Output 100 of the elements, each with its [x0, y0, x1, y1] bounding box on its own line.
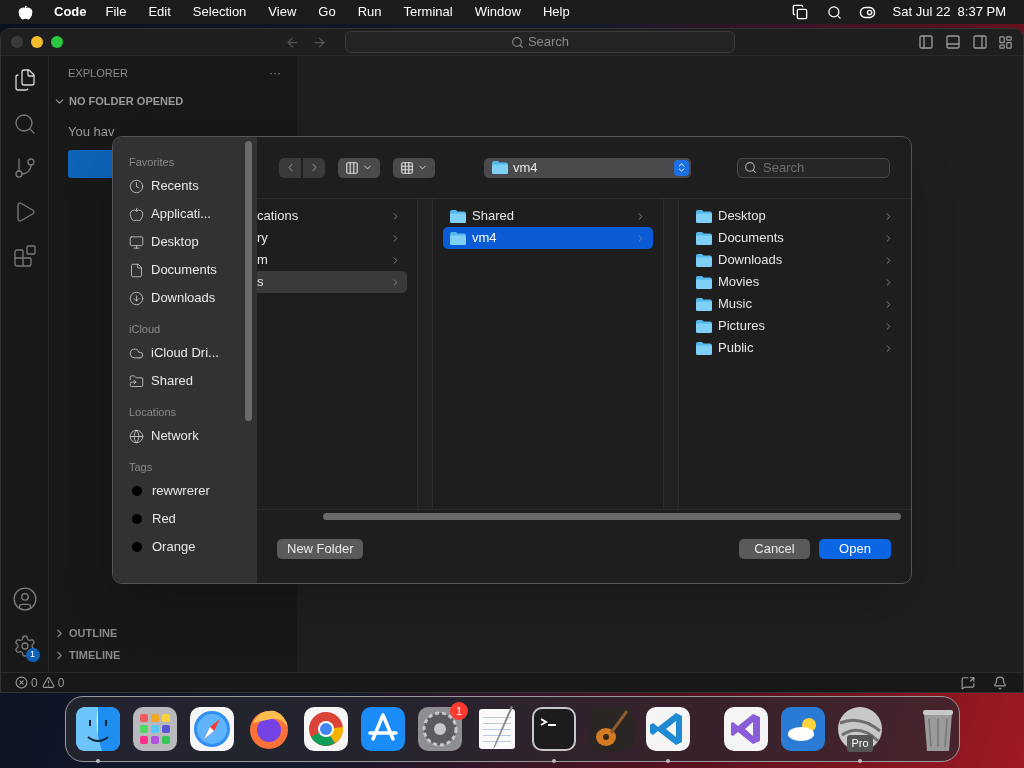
clock-icon: [129, 178, 144, 194]
sidebar-item[interactable]: Desktop: [129, 228, 243, 256]
panel-right-icon[interactable]: [972, 34, 988, 50]
error-icon[interactable]: [15, 676, 28, 689]
folder-icon: [696, 341, 712, 355]
new-folder-button[interactable]: New Folder: [277, 539, 364, 559]
browser-row[interactable]: Music: [689, 293, 901, 315]
search-icon[interactable]: [826, 4, 842, 20]
shared-folder-icon: [129, 373, 144, 389]
sidebar-item[interactable]: iCloud Dri...: [129, 339, 243, 367]
browser-row[interactable]: Desktop: [689, 205, 901, 227]
search-icon: [744, 161, 757, 174]
folder-icon: [696, 209, 712, 223]
smiling-face-icon[interactable]: [74, 705, 122, 763]
browser-row[interactable]: Documents: [689, 227, 901, 249]
apple-icon[interactable]: [18, 4, 33, 20]
browser-row[interactable]: Pictures: [689, 315, 901, 337]
globe-icon: [129, 428, 144, 444]
feedback-icon[interactable]: [961, 675, 975, 690]
document-icon: [129, 262, 144, 278]
download-icon: [129, 290, 144, 306]
notification-badge: 1: [450, 702, 468, 720]
sidebar-item[interactable]: Shared: [129, 367, 243, 395]
menu-item[interactable]: Run: [357, 2, 382, 22]
menu-item[interactable]: Go: [318, 2, 336, 22]
section-header[interactable]: NO FOLDER OPENED: [53, 90, 287, 112]
folder-icon: [450, 209, 466, 223]
branch-icon[interactable]: [12, 156, 37, 180]
sidebar-item[interactable]: rewwrerer: [129, 477, 243, 505]
browser-row[interactable]: m: [257, 249, 407, 271]
settings-icon[interactable]: [12, 634, 37, 658]
folder-icon: [696, 253, 712, 267]
menu-item[interactable]: File: [105, 2, 127, 22]
group-button[interactable]: [393, 157, 435, 178]
warning-icon[interactable]: [41, 676, 55, 689]
view-mode-button[interactable]: [338, 157, 380, 178]
scrollbar-thumb[interactable]: [245, 141, 252, 421]
menu-clock[interactable]: Sat Jul 22 8:37 PM: [892, 2, 1006, 22]
horizontal-scrollbar-thumb[interactable]: [323, 513, 901, 520]
stepper-icon: [674, 159, 689, 176]
open-button[interactable]: Open: [819, 539, 891, 559]
blocks-icon[interactable]: [12, 244, 37, 268]
forward-button[interactable]: [303, 157, 325, 178]
menu-item[interactable]: View: [268, 2, 297, 22]
terminal-icon[interactable]: [530, 705, 578, 763]
location-popup[interactable]: vm4: [484, 157, 691, 178]
folder-icon: [696, 275, 712, 289]
search-icon: [510, 35, 524, 49]
screens-icon[interactable]: [791, 4, 808, 20]
panel-bottom-icon[interactable]: [945, 34, 961, 50]
menu-item[interactable]: Help: [542, 2, 570, 22]
notification-badge: 1: [25, 648, 40, 662]
sidebar-item[interactable]: Recents: [129, 172, 243, 200]
files-icon[interactable]: [12, 68, 37, 92]
browser-row[interactable]: ry: [257, 227, 407, 249]
menu-item[interactable]: Edit: [148, 2, 171, 22]
columns-icon: [345, 160, 359, 175]
folder-icon: [492, 161, 508, 174]
sidebar-heading: Locations: [129, 405, 178, 418]
explorer-title: EXPLORER: [68, 65, 128, 81]
folder-icon: [696, 231, 712, 245]
sidebar-heading: Tags: [129, 460, 154, 473]
back-button[interactable]: [279, 157, 301, 178]
browser-row[interactable]: cations: [257, 205, 407, 227]
sidebar-item[interactable]: Downloads: [129, 284, 243, 312]
menu-item[interactable]: Window: [474, 2, 521, 22]
browser-row[interactable]: Movies: [689, 271, 901, 293]
menu-item[interactable]: Selection: [192, 2, 247, 22]
info-text: You hav: [68, 123, 115, 141]
command-search-field[interactable]: Search: [345, 31, 735, 53]
sidebar-heading: iCloud: [129, 322, 162, 335]
sidebar-item[interactable]: Red: [129, 505, 243, 533]
panel-left-icon[interactable]: [918, 34, 934, 50]
error-count[interactable]: 0: [31, 673, 38, 692]
code-editor-icon[interactable]: [644, 705, 692, 763]
menu-item[interactable]: Terminal: [403, 2, 453, 22]
sidebar-item[interactable]: Applicati...: [129, 200, 243, 228]
account-icon[interactable]: [11, 586, 38, 612]
panel-header[interactable]: OUTLINE: [49, 622, 297, 644]
sidebar-item[interactable]: Documents: [129, 256, 243, 284]
apple-icon: [129, 206, 144, 222]
warning-count[interactable]: 0: [57, 673, 65, 692]
cancel-button[interactable]: Cancel: [739, 539, 810, 559]
bell-icon[interactable]: [993, 675, 1007, 690]
browser-row[interactable]: vm4: [443, 227, 653, 249]
grid-icon: [400, 160, 414, 175]
sidebar-heading: Favorites: [129, 155, 176, 168]
sidebar-item[interactable]: Network: [129, 422, 243, 450]
icon-label: Pro: [847, 735, 873, 752]
app-menu[interactable]: Code: [54, 2, 87, 22]
folder-icon: [696, 297, 712, 311]
browser-row[interactable]: Downloads: [689, 249, 901, 271]
panel-header[interactable]: TIMELINE: [49, 644, 297, 666]
browser-row[interactable]: Public: [689, 337, 901, 359]
sidebar-item[interactable]: Orange: [129, 533, 243, 561]
layout-icon[interactable]: [998, 34, 1013, 50]
monitor-icon: [129, 234, 144, 250]
browser-row[interactable]: Shared: [443, 205, 653, 227]
browser-row[interactable]: s: [257, 271, 407, 293]
more-actions[interactable]: ···: [269, 64, 281, 82]
